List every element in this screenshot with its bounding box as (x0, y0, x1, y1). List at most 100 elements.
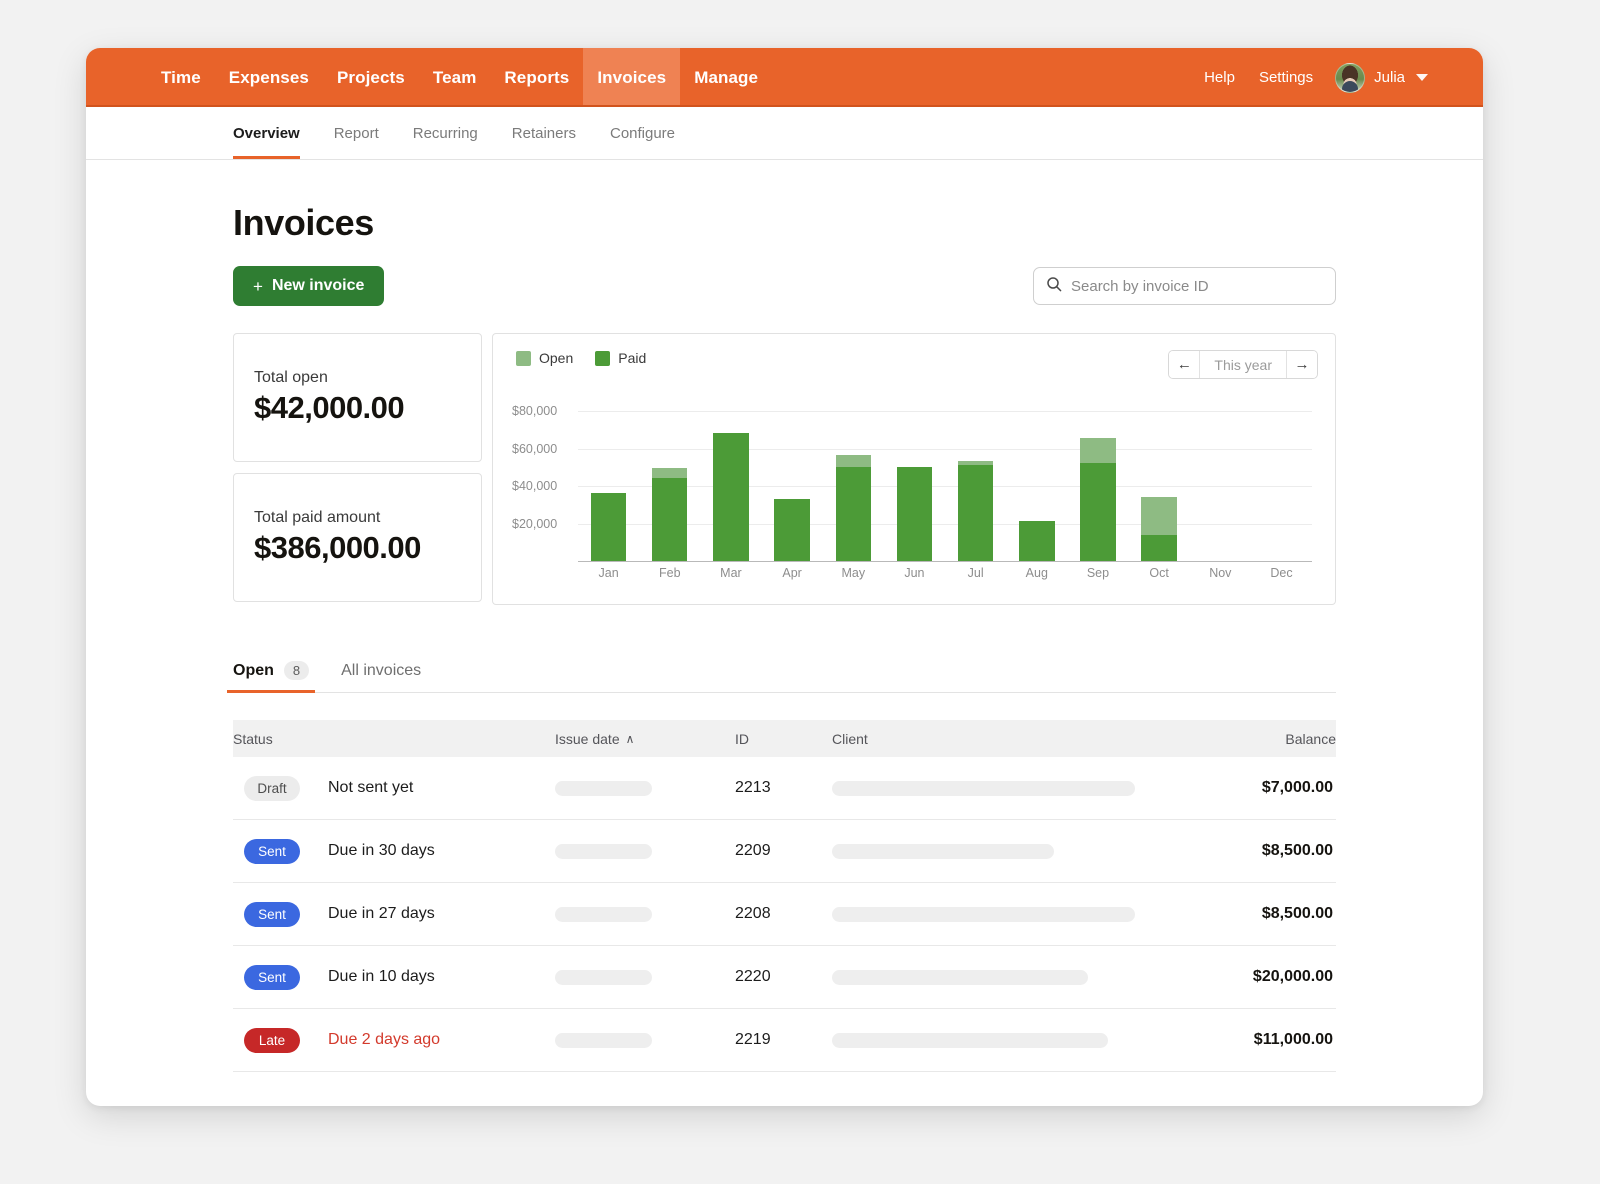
cell-client (832, 1033, 1166, 1048)
search-icon (1046, 276, 1062, 297)
bar-segment-paid (591, 493, 626, 561)
chart-bar-feb[interactable] (639, 392, 700, 561)
search-input[interactable] (1071, 278, 1323, 295)
settings-link[interactable]: Settings (1247, 69, 1325, 86)
tab-report[interactable]: Report (334, 107, 379, 159)
bar-segment-open (836, 455, 871, 466)
chart-bar-nov[interactable] (1190, 392, 1251, 561)
x-axis-tick-label: Apr (762, 566, 823, 580)
nav-item-team[interactable]: Team (419, 48, 491, 107)
cell-issue-date (555, 844, 735, 859)
cell-balance: $7,000.00 (1166, 779, 1336, 797)
chart-bars (578, 392, 1312, 561)
search-box[interactable] (1033, 267, 1336, 305)
chart-bar-apr[interactable] (762, 392, 823, 561)
x-axis-tick-label: Sep (1067, 566, 1128, 580)
page-content: Invoices + New invoice (86, 160, 1483, 1106)
nav-item-reports[interactable]: Reports (490, 48, 583, 107)
sort-ascending-icon: ∧ (626, 732, 635, 746)
new-invoice-button[interactable]: + New invoice (233, 266, 384, 306)
summary-cards: Total open$42,000.00Total paid amount$38… (233, 333, 482, 605)
cell-balance: $8,500.00 (1166, 842, 1336, 860)
redacted-date-placeholder (555, 844, 652, 859)
column-header-issue-date[interactable]: Issue date ∧ (555, 731, 735, 747)
cell-balance: $8,500.00 (1166, 905, 1336, 923)
status-description: Not sent yet (328, 779, 413, 797)
bar-segment-paid (713, 433, 748, 561)
x-axis-tick-label: Nov (1190, 566, 1251, 580)
status-badge: Sent (244, 902, 300, 927)
next-period-button[interactable]: → (1286, 351, 1317, 378)
nav-item-projects[interactable]: Projects (323, 48, 419, 107)
chart-bar-mar[interactable] (700, 392, 761, 561)
cell-issue-date (555, 1033, 735, 1048)
actions-row: + New invoice (233, 266, 1336, 306)
nav-item-time[interactable]: Time (147, 48, 215, 107)
redacted-date-placeholder (555, 781, 652, 796)
invoice-chart-card: Open Paid ← This year → $20,000$40,000$60… (492, 333, 1336, 605)
summary-card: Total open$42,000.00 (233, 333, 482, 462)
x-axis-tick-label: Feb (639, 566, 700, 580)
chart-plot: $20,000$40,000$60,000$80,000 JanFebMarAp… (510, 392, 1318, 592)
cell-id: 2219 (735, 1031, 832, 1049)
page-title: Invoices (233, 202, 1483, 244)
prev-period-button[interactable]: ← (1169, 351, 1200, 378)
chart-bar-oct[interactable] (1129, 392, 1190, 561)
tab-retainers[interactable]: Retainers (512, 107, 576, 159)
list-tab-open[interactable]: Open8 (233, 649, 309, 692)
balance-value: $7,000.00 (1262, 779, 1333, 796)
x-axis-tick-label: Jul (945, 566, 1006, 580)
legend-item-paid: Paid (595, 350, 646, 366)
column-header-id: ID (735, 731, 832, 747)
x-axis-tick-label: Oct (1129, 566, 1190, 580)
redacted-date-placeholder (555, 1033, 652, 1048)
y-axis-tick-label: $80,000 (512, 404, 557, 418)
tab-configure[interactable]: Configure (610, 107, 675, 159)
table-row[interactable]: SentDue in 30 days2209$8,500.00 (233, 820, 1336, 883)
user-name-label[interactable]: Julia (1374, 69, 1405, 86)
cell-issue-date (555, 907, 735, 922)
table-row[interactable]: LateDue 2 days ago2219$11,000.00 (233, 1009, 1336, 1072)
column-header-status: Status (233, 731, 555, 747)
balance-value: $11,000.00 (1254, 1031, 1333, 1048)
primary-navbar: TimeExpensesProjectsTeamReportsInvoicesM… (86, 48, 1483, 107)
chart-bar-dec[interactable] (1251, 392, 1312, 561)
chart-bar-jan[interactable] (578, 392, 639, 561)
cell-balance: $20,000.00 (1166, 968, 1336, 986)
x-axis-tick-label: Aug (1006, 566, 1067, 580)
redacted-client-placeholder (832, 1033, 1108, 1048)
nav-item-invoices[interactable]: Invoices (583, 48, 680, 107)
y-axis-tick-label: $40,000 (512, 479, 557, 493)
tab-overview[interactable]: Overview (233, 107, 300, 159)
bar-segment-paid (958, 465, 993, 561)
chart-bar-jul[interactable] (945, 392, 1006, 561)
bar-segment-paid (1141, 535, 1176, 561)
avatar[interactable] (1335, 63, 1365, 93)
chart-legend: Open Paid (510, 350, 646, 366)
list-tab-all-invoices[interactable]: All invoices (341, 649, 421, 692)
nav-item-manage[interactable]: Manage (680, 48, 772, 107)
status-badge: Draft (244, 776, 300, 801)
summary-card: Total paid amount$386,000.00 (233, 473, 482, 602)
chart-bar-may[interactable] (823, 392, 884, 561)
table-row[interactable]: SentDue in 10 days2220$20,000.00 (233, 946, 1336, 1009)
summary-card-value: $386,000.00 (254, 530, 461, 566)
table-body: DraftNot sent yet2213$7,000.00SentDue in… (233, 757, 1336, 1072)
cell-client (832, 844, 1166, 859)
table-row[interactable]: SentDue in 27 days 2208 $8,500.00 (233, 883, 1336, 946)
legend-label: Open (539, 350, 573, 366)
period-selector[interactable]: ← This year → (1168, 350, 1318, 379)
chart-bar-aug[interactable] (1006, 392, 1067, 561)
cell-id: 2208 (735, 905, 832, 923)
chart-bar-jun[interactable] (884, 392, 945, 561)
help-link[interactable]: Help (1192, 69, 1247, 86)
cell-status: SentDue in 27 days (233, 902, 555, 927)
new-invoice-label: New invoice (272, 277, 364, 295)
list-tab-count-badge: 8 (284, 661, 309, 681)
chevron-down-icon[interactable] (1416, 74, 1428, 81)
tab-recurring[interactable]: Recurring (413, 107, 478, 159)
bar-segment-paid (652, 478, 687, 561)
nav-item-expenses[interactable]: Expenses (215, 48, 323, 107)
chart-bar-sep[interactable] (1067, 392, 1128, 561)
table-row[interactable]: DraftNot sent yet2213$7,000.00 (233, 757, 1336, 820)
